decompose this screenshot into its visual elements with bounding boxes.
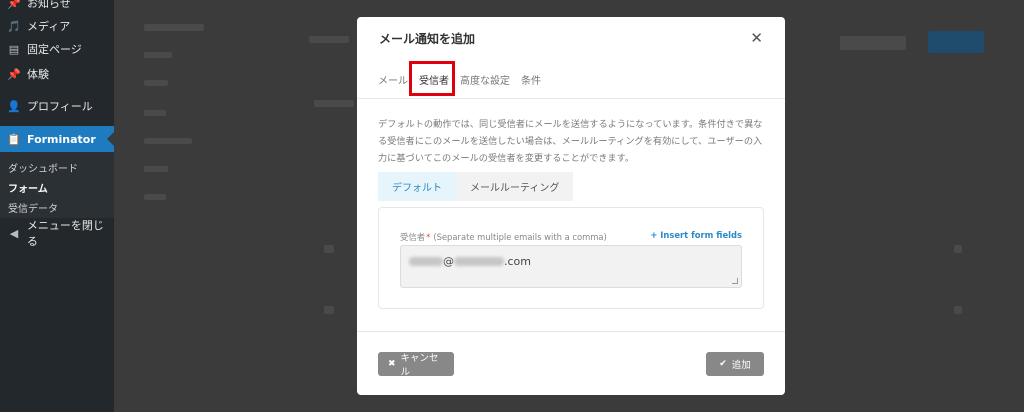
modal-header: メール通知を追加 ✕ (357, 17, 785, 59)
sidebar-item-profile[interactable]: 👤 プロフィール (0, 93, 114, 119)
collapse-menu-label: メニューを閉じる (26, 219, 104, 248)
submenu-forms[interactable]: フォーム (8, 180, 48, 195)
sidebar-item-experience[interactable]: 📌 体験 (0, 61, 114, 87)
sidebar-item-label: メディア (27, 20, 71, 33)
collapse-icon: ◀ (9, 226, 19, 240)
ghost-block (144, 80, 168, 86)
add-label: 追加 (731, 360, 751, 371)
ghost-block (314, 100, 354, 107)
blurred-username (409, 257, 443, 266)
routing-tab-group: デフォルト メールルーティング (378, 172, 574, 201)
ghost-block (144, 138, 192, 144)
recipients-panel: 受信者* (Separate multiple emails with a com… (378, 207, 764, 309)
check-icon: ✔ (719, 359, 727, 369)
ghost-block (144, 52, 172, 58)
collapse-menu-button[interactable]: ◀ メニューを閉じる (0, 219, 114, 248)
recipients-description: デフォルトの動作では、同じ受信者にメールを送信するようになっています。条件付きで… (378, 119, 763, 164)
ghost-block (954, 306, 962, 314)
recipients-label: 受信者 (400, 232, 426, 242)
submenu-dashboard[interactable]: ダッシュボード (8, 160, 78, 175)
ghost-block (144, 194, 166, 200)
add-button[interactable]: ✔ 追加 (706, 352, 764, 376)
sidebar-item-pages[interactable]: ▤ 固定ページ (0, 36, 114, 62)
submenu-submissions[interactable]: 受信データ (8, 200, 58, 215)
recipients-field-label: 受信者* (Separate multiple emails with a com… (400, 231, 607, 243)
tab-conditions[interactable]: 条件 (521, 72, 541, 87)
tab-default[interactable]: デフォルト (378, 172, 456, 201)
sidebar-item-label: 体験 (27, 68, 49, 81)
modal-footer: ✖ キャンセル ✔ 追加 (357, 331, 785, 395)
tab-email[interactable]: メール (378, 72, 408, 87)
forminator-submenu: ダッシュボード フォーム 受信データ (0, 152, 114, 218)
ghost-block (324, 306, 334, 314)
modal-title: メール通知を追加 (379, 31, 476, 46)
page-icon: ▤ (8, 42, 20, 56)
insert-form-fields-link[interactable]: + Insert form fields (650, 230, 742, 240)
cancel-label: キャンセル (400, 353, 439, 378)
email-tld: .com (504, 255, 531, 268)
tab-advanced-settings[interactable]: 高度な設定 (460, 72, 510, 87)
pin-icon: 📌 (7, 0, 21, 10)
highlight-annotation (409, 61, 455, 96)
email-value: @ .com (409, 255, 531, 268)
sidebar-item-label: プロフィール (27, 100, 93, 113)
sidebar-item-label: Forminator (27, 132, 96, 146)
ghost-block (309, 36, 349, 43)
tab-email-routing[interactable]: メールルーティング (456, 172, 574, 201)
close-icon[interactable]: ✕ (750, 29, 763, 47)
media-icon: 🎵 (7, 19, 21, 33)
resize-handle[interactable] (732, 278, 738, 284)
recipients-hint: (Separate multiple emails with a comma) (433, 232, 607, 242)
clipboard-icon: 📋 (7, 132, 21, 146)
ghost-block (144, 166, 168, 172)
sidebar-item-label: 固定ページ (27, 43, 82, 56)
sidebar-item-forminator[interactable]: 📋 Forminator (0, 126, 114, 152)
recipients-textarea[interactable]: @ .com (400, 245, 742, 288)
blurred-domain (454, 257, 504, 266)
cancel-icon: ✖ (388, 359, 396, 369)
pin-icon: 📌 (7, 67, 21, 81)
ghost-block (144, 24, 204, 31)
user-icon: 👤 (7, 99, 21, 113)
cancel-button[interactable]: ✖ キャンセル (378, 352, 454, 378)
email-at: @ (443, 255, 454, 268)
ghost-block (928, 31, 984, 53)
ghost-block (144, 110, 166, 116)
sidebar-item-label: お知らせ (27, 0, 71, 10)
required-mark: * (426, 232, 431, 242)
ghost-block (840, 36, 906, 50)
ghost-block (324, 245, 334, 253)
admin-sidebar: 📌 お知らせ 🎵 メディア ▤ 固定ページ 📌 体験 👤 プロフィール 📋 Fo… (0, 0, 114, 412)
ghost-block (954, 245, 962, 253)
